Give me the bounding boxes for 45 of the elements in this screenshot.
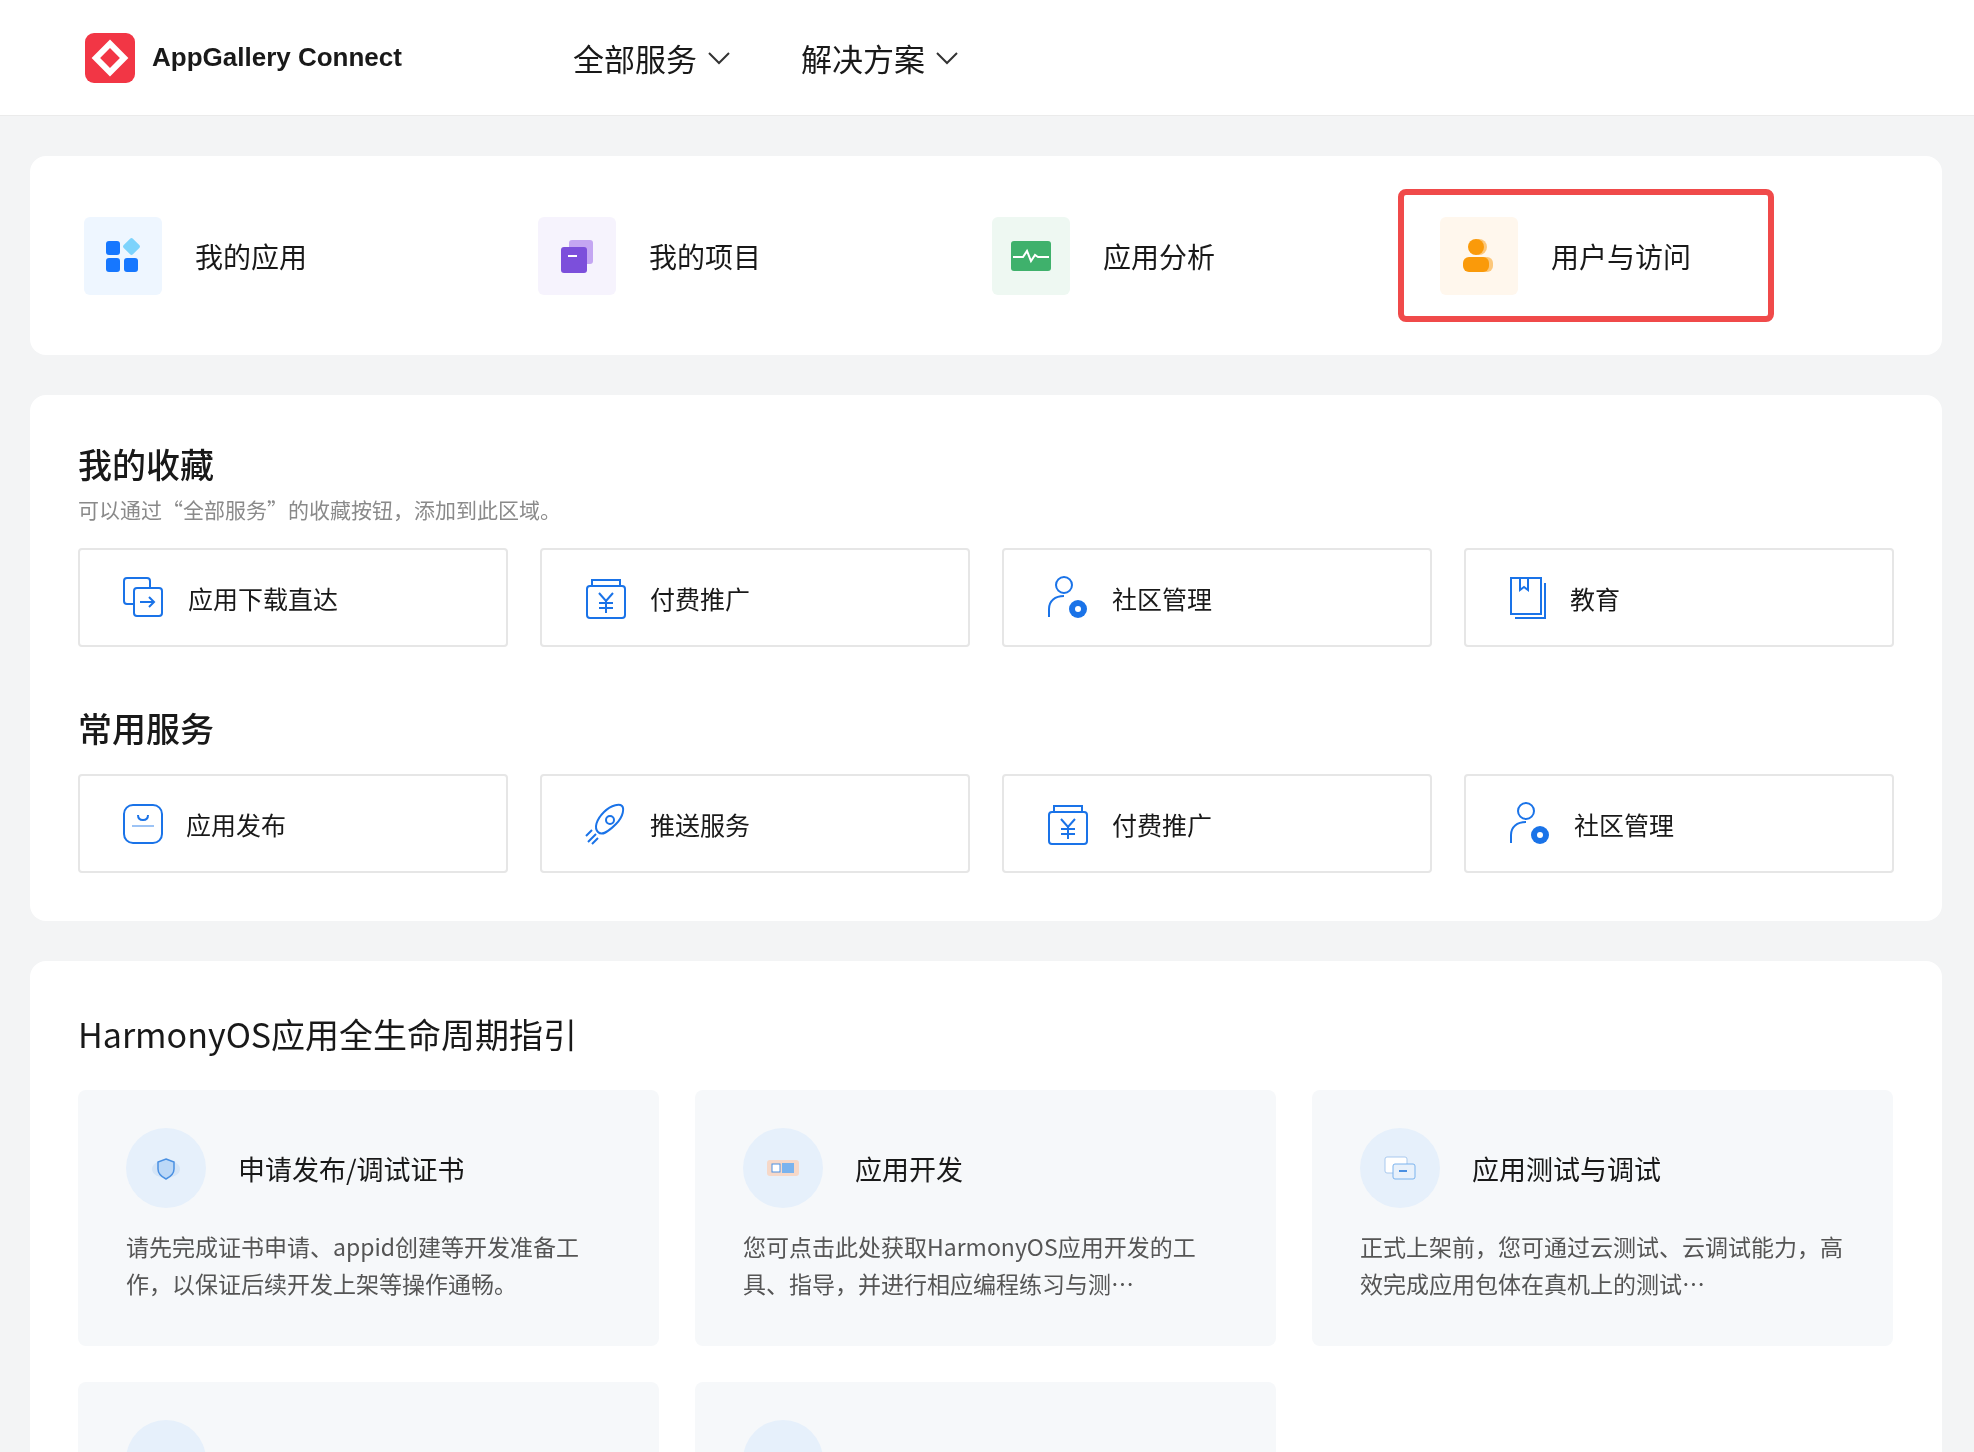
download-icon: [122, 575, 166, 620]
service-tile[interactable]: 应用下载直达: [78, 548, 508, 647]
user-settings-icon: [1046, 574, 1090, 621]
section-title: HarmonyOS应用全生命周期指引: [78, 1009, 579, 1058]
app-store-icon: [122, 802, 164, 845]
service-tile[interactable]: 社区管理: [1464, 774, 1894, 873]
user-settings-icon: [1508, 800, 1552, 847]
guide-description: 请先完成证书申请、appid创建等开发准备工作，以保证后续开发上架等操作通畅。: [126, 1228, 581, 1302]
quick-link-label: 我的应用: [195, 235, 307, 276]
grid-icon: [105, 237, 141, 274]
book-icon: [1508, 574, 1548, 621]
service-tile[interactable]: 付费推广: [540, 548, 970, 647]
service-tile[interactable]: 推送服务: [540, 774, 970, 873]
service-tile[interactable]: 社区管理: [1002, 548, 1432, 647]
service-tile[interactable]: 教育: [1464, 548, 1894, 647]
guide-title: 申请发布/调试证书: [238, 1148, 465, 1188]
window-icon: [1383, 1155, 1417, 1181]
logo-icon: [85, 32, 135, 83]
quick-link-label: 应用分析: [1103, 235, 1215, 276]
guide-title: 应用测试与调试: [1472, 1148, 1661, 1188]
brand-name: AppGallery Connect: [152, 42, 402, 73]
service-tile[interactable]: 付费推广: [1002, 774, 1432, 873]
nav-menu[interactable]: 全部服务: [573, 35, 731, 80]
chart-icon: [1011, 240, 1051, 271]
guide-tile[interactable]: 应用开发 您可点击此处获取HarmonyOS应用开发的工具、指导，并进行相应编程练习与测…: [695, 1090, 1276, 1346]
section-title: 常用服务: [78, 703, 215, 752]
guide-description: 您可点击此处获取HarmonyOS应用开发的工具、指导，并进行相应编程练习与测…: [743, 1228, 1197, 1302]
stack-icon: [559, 237, 595, 274]
guide-tile[interactable]: 申请发布/调试证书 请先完成证书申请、appid创建等开发准备工作，以保证后续开发上架等操作通畅。: [78, 1090, 659, 1346]
highlight-frame[interactable]: 用户与访问: [1398, 189, 1774, 322]
guide-tile[interactable]: 应用测试与调试 正式上架前，您可通过云测试、云调试能力，高效完成应用包体在真机上的测试…: [1312, 1090, 1893, 1346]
section-title: 我的收藏: [78, 439, 215, 488]
guide-description: 正式上架前，您可通过云测试、云调试能力，高效完成应用包体在真机上的测试…: [1360, 1228, 1844, 1302]
service-tile[interactable]: 应用发布: [78, 774, 508, 873]
section-hint: 可以通过“全部服务”的收藏按钮，添加到此区域。: [78, 494, 562, 524]
chevron-down-icon: [707, 50, 731, 65]
shield-icon: [151, 1155, 181, 1181]
chevron-down-icon: [935, 50, 959, 65]
guide-title: 应用开发: [855, 1148, 963, 1188]
device-icon: [766, 1157, 800, 1179]
quick-link[interactable]: 我的项目: [532, 189, 986, 322]
quick-link-label: 我的项目: [649, 235, 761, 276]
nav-menu[interactable]: 解决方案: [801, 35, 959, 80]
quick-link[interactable]: 我的应用: [78, 189, 532, 322]
quick-link-label: 用户与访问: [1551, 235, 1691, 276]
